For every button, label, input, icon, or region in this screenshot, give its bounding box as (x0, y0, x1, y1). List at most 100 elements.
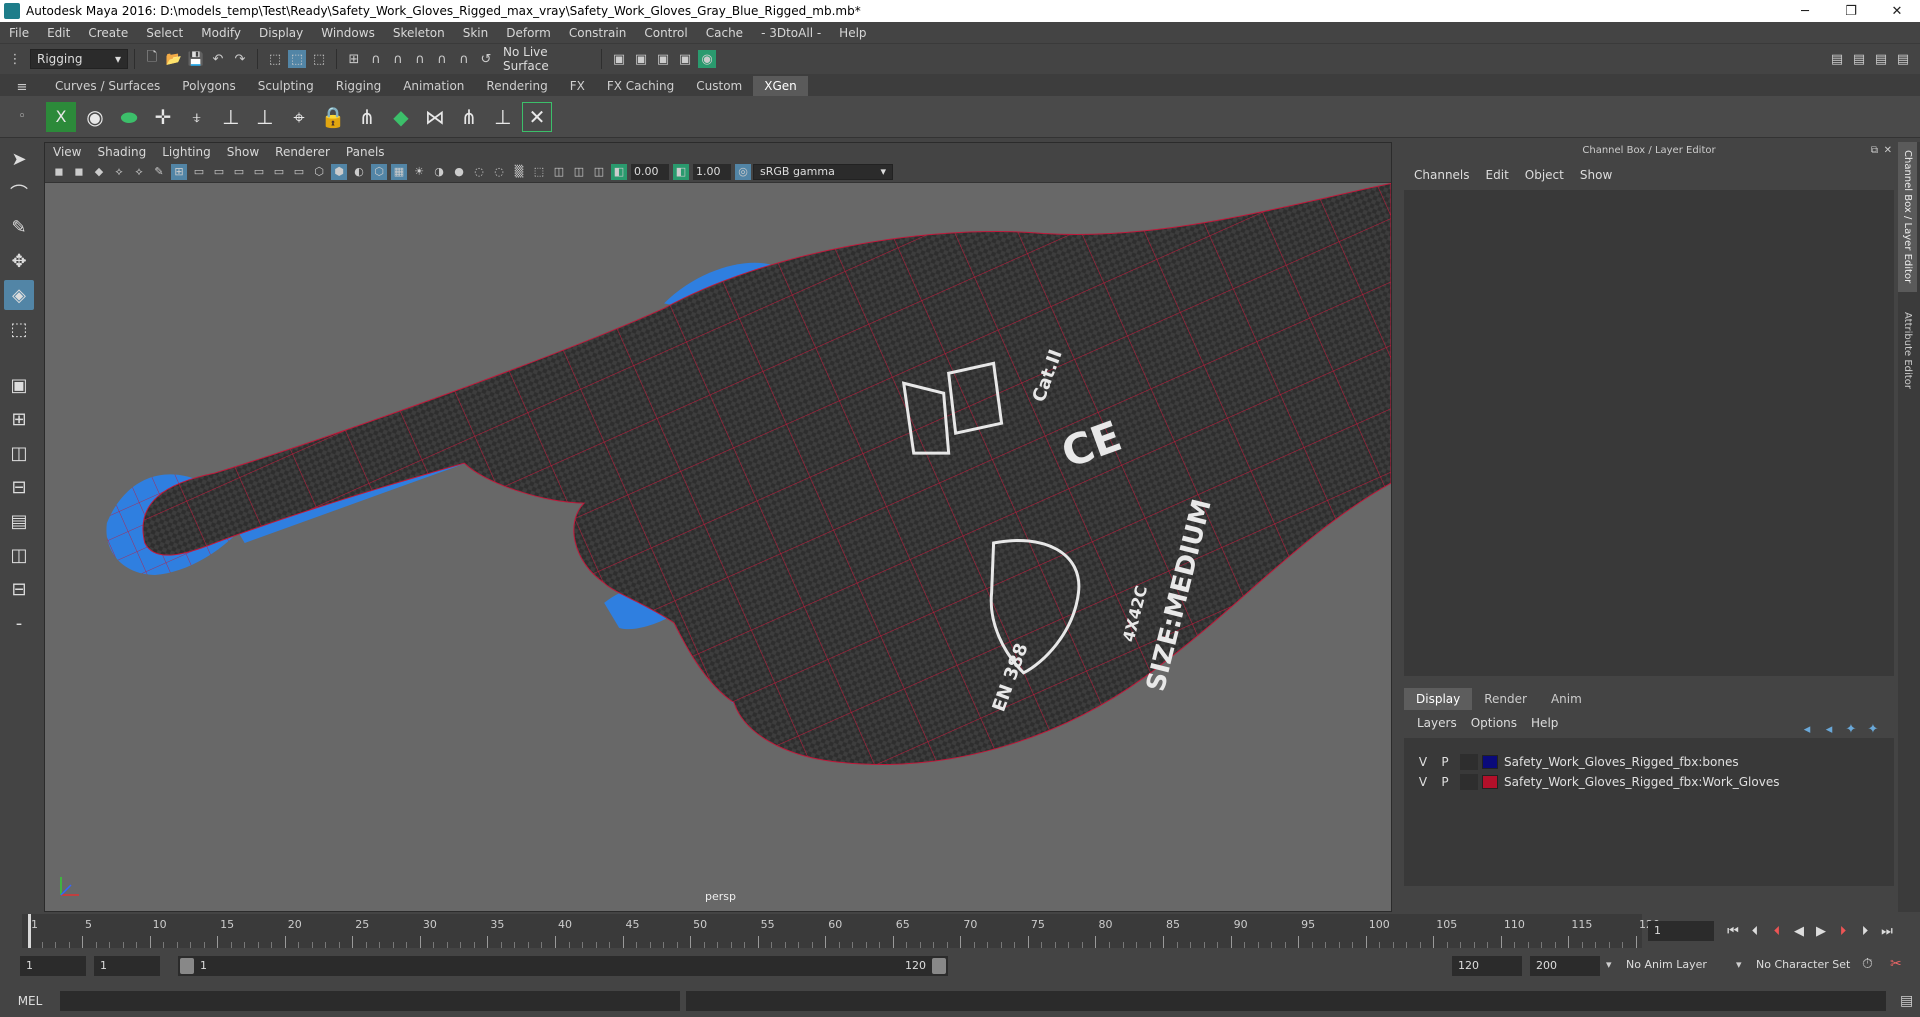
minimize-button[interactable]: ─ (1782, 0, 1828, 22)
xgen-guides-icon[interactable]: ⋔ (352, 102, 382, 132)
tab-sculpting[interactable]: Sculpting (247, 76, 325, 96)
scale-tool-icon[interactable]: ⬚ (4, 314, 34, 344)
float-panel-icon[interactable]: ⧉ (1871, 142, 1878, 160)
range-end-handle[interactable] (932, 958, 946, 974)
exposure-field[interactable]: 0.00 (631, 163, 669, 180)
gate-mask-icon[interactable]: ▭ (231, 164, 247, 180)
menu-file[interactable]: File (0, 26, 38, 40)
render-settings-icon[interactable]: ▣ (610, 50, 628, 68)
perspective-viewport[interactable]: View Shading Lighting Show Renderer Pane… (44, 142, 1392, 912)
hypershade-layout-icon[interactable]: ▤ (4, 506, 34, 536)
script-editor-icon[interactable]: ▤ (1900, 993, 1913, 1009)
wireframe-on-shaded-icon[interactable]: ⬡ (371, 163, 387, 180)
cb-menu-object[interactable]: Object (1517, 168, 1572, 182)
move-layer-up-icon[interactable]: ◂ (1798, 720, 1816, 738)
xgen-rig-icon[interactable]: ⋈ (420, 102, 450, 132)
shelf-menu-icon[interactable]: ≡ (2, 78, 42, 96)
menu-modify[interactable]: Modify (192, 26, 250, 40)
paint-select-icon[interactable]: ✎ (4, 212, 34, 242)
move-layer-down-icon[interactable]: ◂ (1820, 720, 1838, 738)
open-scene-icon[interactable]: 📂 (165, 50, 183, 68)
scene-end-field[interactable]: 200 (1530, 956, 1600, 976)
four-view-layout-icon[interactable]: ⊞ (4, 404, 34, 434)
tab-animation[interactable]: Animation (392, 76, 475, 96)
tab-anim[interactable]: Anim (1539, 688, 1594, 710)
persp-graph-layout-icon[interactable]: ⊟ (4, 472, 34, 502)
snap-point-icon[interactable]: ∩ (389, 50, 407, 68)
current-time-marker[interactable] (28, 914, 31, 948)
step-back-frame-icon[interactable]: ⏴ (1744, 924, 1766, 939)
select-component-icon[interactable]: ⬚ (310, 50, 328, 68)
wireframe-icon[interactable]: ⬡ (311, 164, 327, 180)
grease-pencil-icon[interactable]: ✎ (151, 164, 167, 180)
tool-settings-icon[interactable]: ▤ (1872, 50, 1890, 68)
layer-playback-toggle[interactable]: P (1434, 775, 1456, 789)
layer-display-type[interactable] (1460, 774, 1478, 790)
xgen-groom-icon[interactable]: ⋔ (454, 102, 484, 132)
motion-blur-icon[interactable]: ◌ (471, 164, 487, 180)
snap-magnet-icon[interactable]: ∩ (455, 50, 473, 68)
tab-polygons[interactable]: Polygons (171, 76, 246, 96)
layout-expand-icon[interactable]: - (4, 608, 34, 638)
xray-active-icon[interactable]: ◫ (571, 164, 587, 180)
uv-layout-icon[interactable]: ◫ (4, 540, 34, 570)
modeling-toolkit-icon[interactable]: ▤ (1828, 50, 1846, 68)
layer-row-work-gloves[interactable]: V P Safety_Work_Gloves_Rigged_fbx:Work_G… (1404, 772, 1894, 792)
save-scene-icon[interactable]: 💾 (187, 50, 205, 68)
ipr-render-icon[interactable]: ▣ (654, 50, 672, 68)
step-forward-frame-icon[interactable]: ⏵ (1854, 924, 1876, 939)
snap-view-plane-icon[interactable]: ∩ (411, 50, 429, 68)
redo-icon[interactable]: ↷ (231, 50, 249, 68)
channel-box-icon[interactable]: ▤ (1894, 50, 1912, 68)
xray-joints-icon[interactable]: ◫ (591, 164, 607, 180)
snap-surface-icon[interactable]: ∩ (433, 50, 451, 68)
grid-icon[interactable]: ⊞ (171, 163, 187, 180)
vp-menu-show[interactable]: Show (219, 145, 267, 159)
attribute-editor-icon[interactable]: ▤ (1850, 50, 1868, 68)
layer-row-bones[interactable]: V P Safety_Work_Gloves_Rigged_fbx:bones (1404, 752, 1894, 772)
menu-help[interactable]: Help (830, 26, 875, 40)
step-forward-key-icon[interactable]: ⏵ (1832, 924, 1854, 939)
tab-fx[interactable]: FX (559, 76, 596, 96)
script-language-toggle[interactable]: MEL (0, 994, 60, 1008)
shelf-options-icon[interactable]: ◦ (2, 108, 42, 126)
new-layer-from-selection-icon[interactable]: ✦ (1864, 720, 1882, 738)
menu-control[interactable]: Control (635, 26, 696, 40)
character-set-dropdown[interactable]: No Character Set (1756, 958, 1850, 971)
xray-icon[interactable]: ◫ (551, 164, 567, 180)
scene-start-field[interactable]: 1 (20, 956, 86, 976)
layer-color-swatch[interactable] (1482, 775, 1498, 789)
current-frame-field[interactable]: 1 (1648, 921, 1714, 941)
tab-rigging[interactable]: Rigging (325, 76, 392, 96)
time-slider[interactable]: 1 5 10 15 20 25 30 35 40 45 50 55 60 65 70 75 80 85 90 95 10… (22, 914, 1660, 948)
menu-select[interactable]: Select (137, 26, 192, 40)
symmetry-icon[interactable]: ↺ (477, 50, 495, 68)
cb-menu-edit[interactable]: Edit (1478, 168, 1517, 182)
menu-skeleton[interactable]: Skeleton (384, 26, 454, 40)
render-current-icon[interactable]: ▣ (632, 50, 650, 68)
scene-view[interactable]: Cat.II CE SIZE:MEDIUM 4X42C EN 388 (45, 183, 1391, 912)
menu-skin[interactable]: Skin (454, 26, 498, 40)
shadows-icon[interactable]: ◑ (431, 164, 447, 180)
playback-start-field[interactable]: 1 (94, 956, 160, 976)
gamma-field[interactable]: 1.00 (693, 163, 731, 180)
camera-select-icon[interactable]: ◼ (51, 164, 67, 180)
isolate-select-icon[interactable]: ⬚ (531, 164, 547, 180)
new-empty-layer-icon[interactable]: ✦ (1842, 720, 1860, 738)
outliner-layout-icon[interactable]: ⊟ (4, 574, 34, 604)
camera-attr-icon[interactable]: ◼ (71, 164, 87, 180)
vp-menu-view[interactable]: View (45, 145, 89, 159)
snap-grid-icon[interactable]: ⊞ (345, 50, 363, 68)
step-back-key-icon[interactable]: ⏴ (1766, 924, 1788, 939)
vp-menu-lighting[interactable]: Lighting (154, 145, 219, 159)
cb-menu-channels[interactable]: Channels (1406, 168, 1478, 182)
xgen-lock-icon[interactable]: 🔒 (318, 102, 348, 132)
menu-constrain[interactable]: Constrain (560, 26, 636, 40)
layer-visibility-toggle[interactable]: V (1412, 755, 1434, 769)
xgen-move-guide-icon[interactable]: ⊥ (250, 102, 280, 132)
chevron-down-icon[interactable]: ▾ (1736, 958, 1742, 971)
film-gate-icon[interactable]: ▭ (191, 164, 207, 180)
cb-menu-show[interactable]: Show (1572, 168, 1620, 182)
menu-3dtoall[interactable]: - 3DtoAll - (752, 26, 830, 40)
menu-display[interactable]: Display (250, 26, 312, 40)
